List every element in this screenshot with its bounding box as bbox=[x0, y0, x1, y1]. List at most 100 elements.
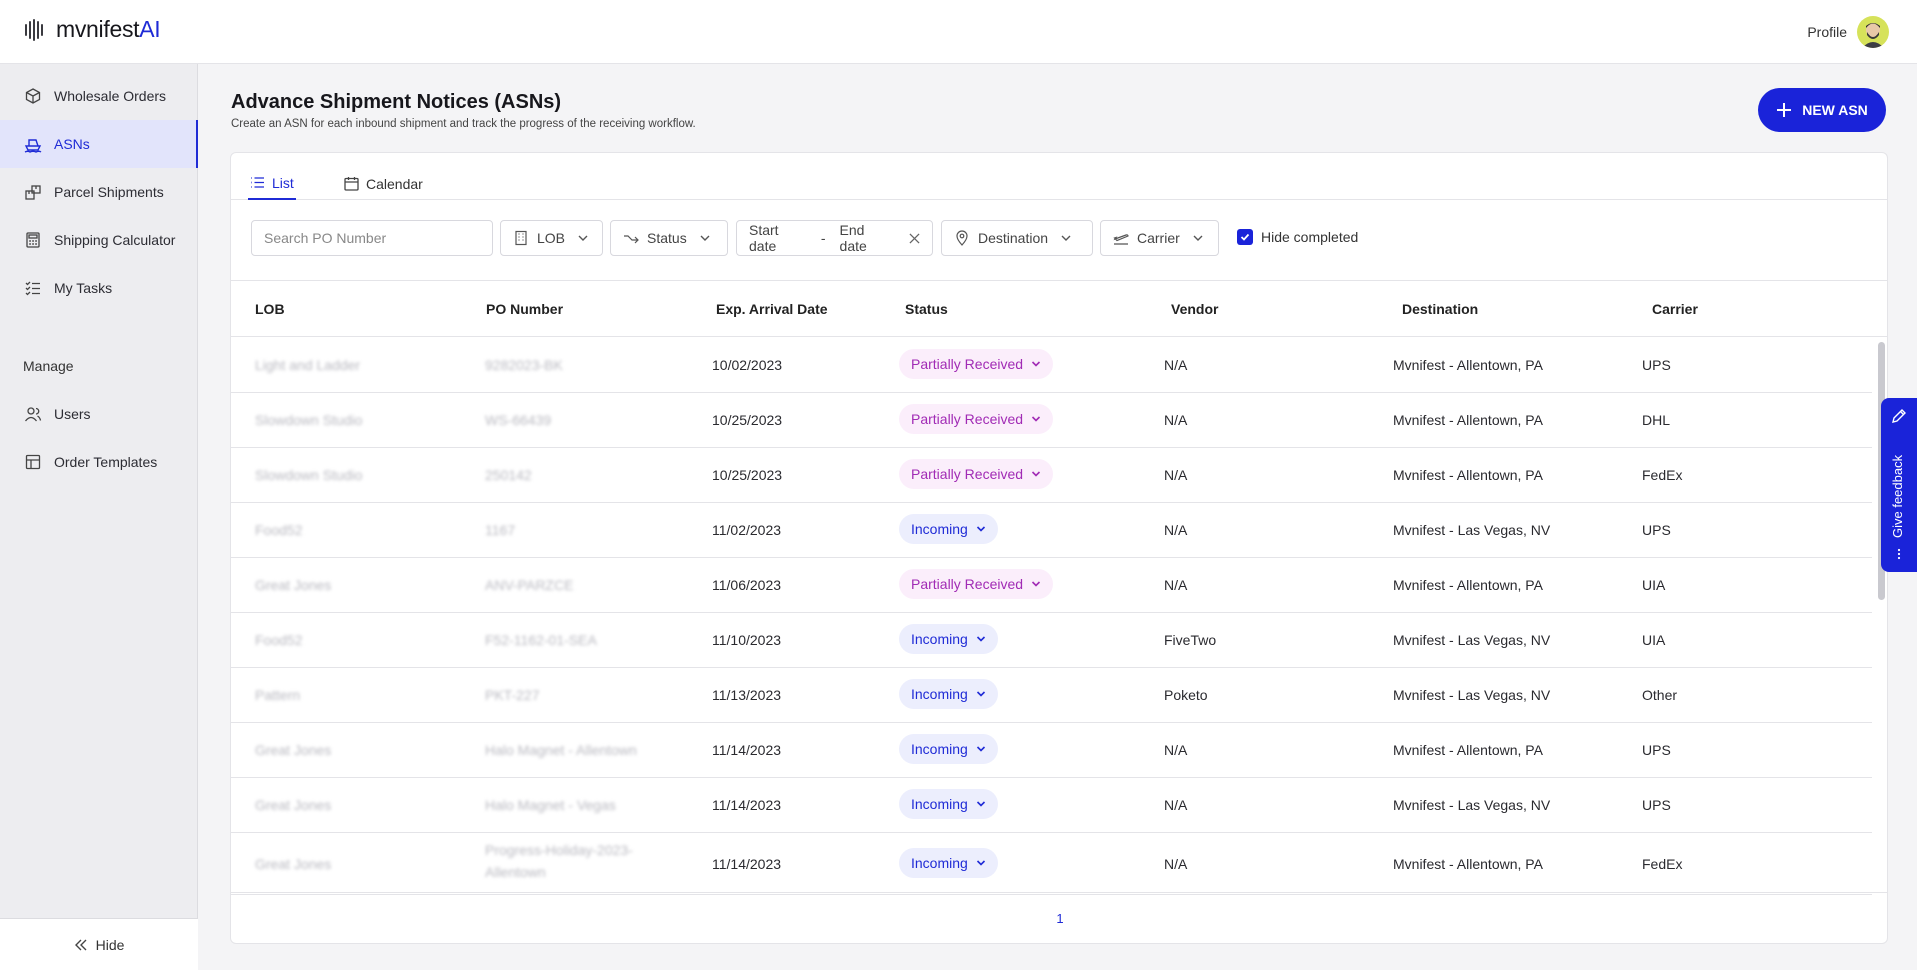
cell-lob: Great Jones bbox=[255, 797, 332, 813]
destination-filter[interactable]: Destination bbox=[941, 220, 1093, 256]
status-dropdown[interactable]: Incoming bbox=[899, 848, 998, 878]
cell-arrival-date: 11/14/2023 bbox=[712, 742, 782, 758]
status-badge: Incoming bbox=[911, 741, 968, 757]
profile-menu[interactable]: Profile bbox=[1807, 16, 1889, 48]
table-row[interactable]: Food52 F52-1162-01-SEA 11/10/2023 Incoming F… bbox=[231, 613, 1872, 668]
sidebar-item-users[interactable]: Users bbox=[0, 390, 198, 438]
status-dropdown[interactable]: Incoming bbox=[899, 734, 998, 764]
table-row[interactable]: Great Jones Progress-Holiday-2023-Allento… bbox=[231, 833, 1872, 895]
app-logo[interactable]: mvnifestAI bbox=[22, 16, 161, 43]
column-header-arrival-date[interactable]: Exp. Arrival Date bbox=[716, 301, 828, 317]
column-header-po-number[interactable]: PO Number bbox=[486, 301, 563, 317]
status-dropdown[interactable]: Partially Received bbox=[899, 349, 1054, 379]
table-row[interactable]: Light and Ladder 9282023-BK 10/02/2023 Part… bbox=[231, 338, 1872, 393]
status-dropdown[interactable]: Partially Received bbox=[899, 404, 1054, 434]
table-row[interactable]: Slowdown Studio WS-66439 10/25/2023 Partial… bbox=[231, 393, 1872, 448]
cell-arrival-date: 10/25/2023 bbox=[712, 467, 783, 483]
cell-arrival-date: 11/14/2023 bbox=[712, 797, 782, 813]
status-dropdown[interactable]: Incoming bbox=[899, 789, 998, 819]
cell-carrier: UIA bbox=[1642, 632, 1666, 648]
table-row[interactable]: Slowdown Studio 250142 10/25/2023 Partially… bbox=[231, 448, 1872, 503]
sidebar-item-shipping-calculator[interactable]: Shipping Calculator bbox=[0, 216, 198, 264]
table-row[interactable]: Great Jones Halo Magnet - Allentown 11/14/… bbox=[231, 723, 1872, 778]
carrier-filter[interactable]: Carrier bbox=[1100, 220, 1219, 256]
sidebar-item-label: Order Templates bbox=[54, 454, 158, 470]
template-icon bbox=[25, 454, 41, 470]
end-date-field[interactable]: End date bbox=[840, 222, 893, 254]
cell-destination: Mvnifest - Las Vegas, NV bbox=[1393, 687, 1551, 703]
lob-filter[interactable]: LOB bbox=[500, 220, 603, 256]
hide-sidebar-button[interactable]: Hide bbox=[0, 918, 198, 970]
chevron-down-icon bbox=[976, 526, 985, 532]
column-header-lob[interactable]: LOB bbox=[255, 301, 285, 317]
pencil-icon bbox=[1892, 409, 1906, 423]
cell-carrier: UPS bbox=[1642, 742, 1671, 758]
cell-po-number[interactable]: PKT-227 bbox=[485, 687, 539, 703]
sidebar-item-my-tasks[interactable]: My Tasks bbox=[0, 264, 198, 312]
status-badge: Incoming bbox=[911, 631, 968, 647]
cell-carrier: UIA bbox=[1642, 577, 1666, 593]
column-header-destination[interactable]: Destination bbox=[1402, 301, 1478, 317]
hide-completed-checkbox[interactable] bbox=[1237, 229, 1253, 245]
table-row[interactable]: Food52 1167 11/02/2023 Incoming N/A Mvnifest … bbox=[231, 503, 1872, 558]
status-dropdown[interactable]: Partially Received bbox=[899, 459, 1054, 489]
table-row[interactable]: Pattern PKT-227 11/13/2023 Incoming Poketo Mv… bbox=[231, 668, 1872, 723]
sidebar: Wholesale Orders ASNs Parcel Shipments S… bbox=[0, 64, 198, 970]
hide-completed-toggle[interactable]: Hide completed bbox=[1237, 229, 1358, 245]
cell-carrier: UPS bbox=[1642, 797, 1671, 813]
column-header-status[interactable]: Status bbox=[905, 301, 948, 317]
table-header: LOB PO Number Exp. Arrival Date Status V… bbox=[231, 282, 1887, 337]
give-feedback-tab[interactable]: Give feedback bbox=[1881, 398, 1917, 572]
sidebar-item-order-templates[interactable]: Order Templates bbox=[0, 438, 198, 486]
status-arrow-icon bbox=[624, 235, 639, 244]
clear-icon[interactable] bbox=[909, 232, 920, 244]
sidebar-item-label: Wholesale Orders bbox=[54, 88, 167, 104]
table-row[interactable]: Great Jones Halo Magnet - Vegas 11/14/2023… bbox=[231, 778, 1872, 833]
status-dropdown[interactable]: Incoming bbox=[899, 679, 998, 709]
ship-icon bbox=[24, 139, 42, 153]
cell-po-number[interactable]: 1167 bbox=[485, 522, 515, 538]
cell-lob: Slowdown Studio bbox=[255, 412, 363, 428]
status-badge: Partially Received bbox=[911, 466, 1024, 482]
chevron-down-icon bbox=[976, 860, 985, 866]
start-date-field[interactable]: Start date bbox=[749, 222, 807, 254]
column-header-carrier[interactable]: Carrier bbox=[1652, 301, 1698, 317]
cell-carrier: FedEx bbox=[1642, 467, 1683, 483]
status-dropdown[interactable]: Incoming bbox=[899, 624, 998, 654]
cell-po-number[interactable]: 250142 bbox=[485, 467, 532, 483]
cell-po-number[interactable]: Halo Magnet - Allentown bbox=[485, 742, 637, 758]
cell-destination: Mvnifest - Allentown, PA bbox=[1393, 467, 1543, 483]
status-dropdown[interactable]: Partially Received bbox=[899, 569, 1054, 599]
new-asn-button[interactable]: NEW ASN bbox=[1758, 88, 1886, 132]
page-number-current[interactable]: 1 bbox=[1056, 911, 1063, 926]
sidebar-item-asns[interactable]: ASNs bbox=[0, 120, 198, 168]
sidebar-item-wholesale-orders[interactable]: Wholesale Orders bbox=[0, 72, 198, 120]
column-header-vendor[interactable]: Vendor bbox=[1171, 301, 1218, 317]
cell-vendor: FiveTwo bbox=[1164, 632, 1217, 648]
cell-po-number[interactable]: F52-1162-01-SEA bbox=[485, 632, 597, 648]
cell-lob: Light and Ladder bbox=[255, 357, 361, 373]
building-icon bbox=[515, 230, 527, 246]
view-tabs: List Calendar bbox=[231, 153, 1887, 200]
chevron-down-icon bbox=[976, 636, 985, 642]
search-input[interactable]: Search PO Number bbox=[251, 220, 493, 256]
tab-list[interactable]: List bbox=[248, 167, 296, 200]
sidebar-item-parcel-shipments[interactable]: Parcel Shipments bbox=[0, 168, 198, 216]
table-row[interactable]: Great Jones ANV-PARZCE 11/06/2023 Partially… bbox=[231, 558, 1872, 613]
tab-label: Calendar bbox=[366, 175, 423, 192]
status-dropdown[interactable]: Incoming bbox=[899, 514, 998, 544]
status-filter[interactable]: Status bbox=[610, 220, 728, 256]
date-range-filter[interactable]: Start date - End date bbox=[736, 220, 933, 256]
cell-arrival-date: 11/14/2023 bbox=[712, 856, 782, 872]
cell-vendor: N/A bbox=[1164, 522, 1188, 538]
avatar bbox=[1857, 16, 1889, 48]
cell-po-number[interactable]: ANV-PARZCE bbox=[485, 577, 573, 593]
cell-po-number[interactable]: Progress-Holiday-2023-Allentown bbox=[485, 839, 645, 883]
cell-po-number[interactable]: WS-66439 bbox=[485, 412, 551, 428]
cell-po-number[interactable]: Halo Magnet - Vegas bbox=[485, 797, 616, 813]
pagination: 1 bbox=[231, 892, 1887, 943]
cell-po-number[interactable]: 9282023-BK bbox=[485, 357, 563, 373]
cell-destination: Mvnifest - Allentown, PA bbox=[1393, 412, 1543, 428]
cell-vendor: N/A bbox=[1164, 412, 1188, 428]
tab-calendar[interactable]: Calendar bbox=[342, 167, 425, 200]
